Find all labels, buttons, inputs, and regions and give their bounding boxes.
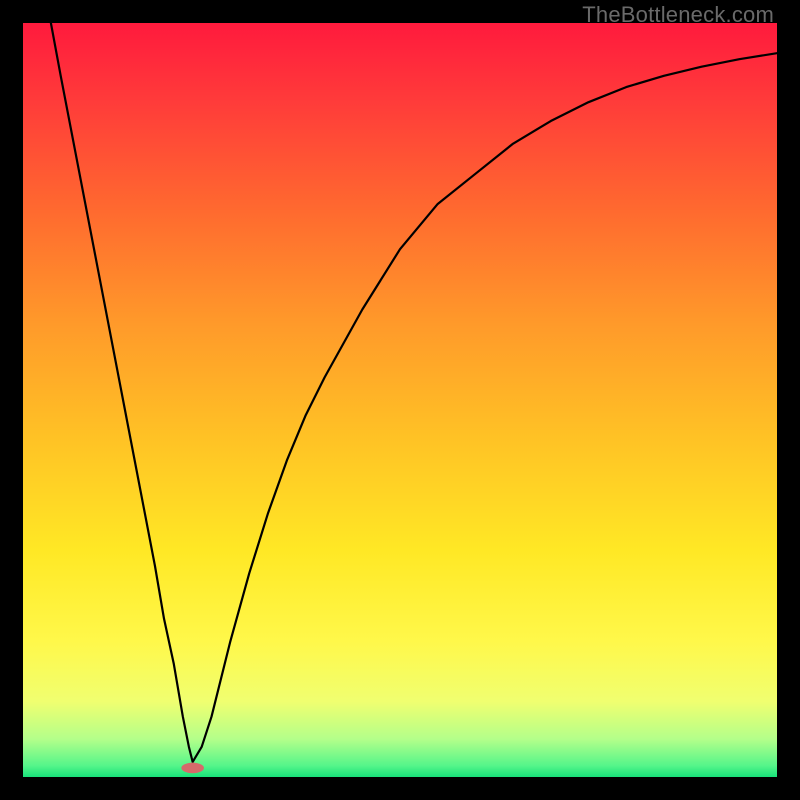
minimum-marker [181, 763, 204, 774]
chart-svg [23, 23, 777, 777]
gradient-background [23, 23, 777, 777]
chart-frame [23, 23, 777, 777]
watermark-text: TheBottleneck.com [582, 2, 774, 28]
